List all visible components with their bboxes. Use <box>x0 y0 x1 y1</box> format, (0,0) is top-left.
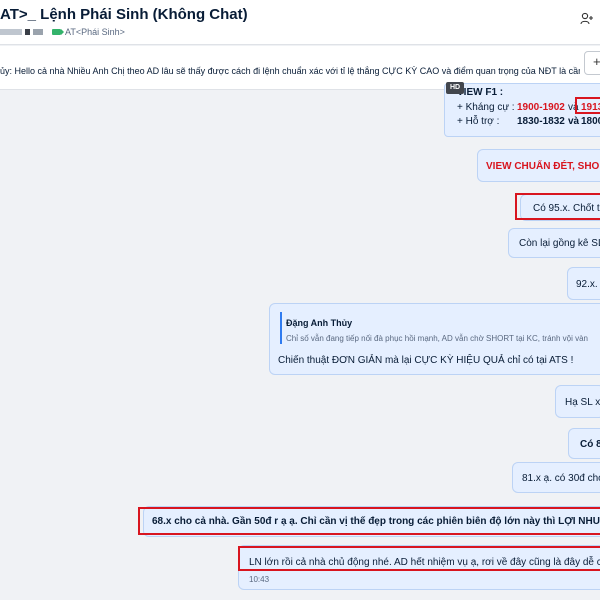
message-ha-sl[interactable]: Hạ SL xu <box>555 385 600 418</box>
hd-badge: HD <box>446 82 464 94</box>
tag-icon <box>52 29 64 35</box>
add-member-icon[interactable] <box>580 12 594 26</box>
support-value: 1830-1832 <box>517 116 565 127</box>
message-92[interactable]: 92.x. Z <box>567 267 600 300</box>
quote-bar <box>280 312 282 344</box>
quote-author: Đặng Anh Thủy <box>286 318 353 328</box>
support-label: + Hỗ trợ : <box>457 116 500 127</box>
pinned-message-text: ủy: Hello cả nhà Nhiều Anh Chị theo AD l… <box>0 66 580 76</box>
highlight-box <box>515 193 600 220</box>
highlight-box <box>138 507 600 535</box>
support-and: và <box>568 116 580 127</box>
member-avatar-placeholder <box>33 29 43 35</box>
highlight-box <box>238 546 600 571</box>
message-timestamp: 10:43 <box>249 575 270 584</box>
resistance-value: 1900-1902 <box>517 102 565 113</box>
resistance-label: + Kháng cự : <box>457 102 515 113</box>
quote-reply-text: Chiến thuật ĐƠN GIẢN mà lại CỰC KỲ HIỆU … <box>278 355 574 366</box>
chat-header: AT>_ Lệnh Phái Sinh (Không Chat) AT<Phái… <box>0 0 600 45</box>
message-co8[interactable]: Có 8 <box>568 428 600 459</box>
chat-title: AT>_ Lệnh Phái Sinh (Không Chat) <box>0 6 248 23</box>
message-gong-text: Còn lại gồng kê SL <box>519 238 600 249</box>
message-81-text: 81.x ạ. có 30đ cho <box>522 473 600 484</box>
message-ha-sl-text: Hạ SL xu <box>565 397 600 408</box>
message-view-short[interactable]: VIEW CHUẨN ĐÉT, SHORT <box>477 149 600 182</box>
message-gong[interactable]: Còn lại gồng kê SL <box>508 228 600 258</box>
message-92-text: 92.x. Z <box>576 279 600 290</box>
message-quote-reply[interactable]: Đặng Anh Thủy Chỉ số vẫn đang tiếp nối đ… <box>269 303 600 375</box>
support-value-2: 1800 <box>581 116 600 127</box>
member-avatar-placeholder <box>25 29 30 35</box>
member-avatar-placeholder <box>0 29 22 35</box>
group-tag-label[interactable]: AT<Phái Sinh> <box>65 27 125 37</box>
message-81[interactable]: 81.x ạ. có 30đ cho <box>512 462 600 493</box>
message-co8-text: Có 8 <box>580 439 600 450</box>
quote-text: Chỉ số vẫn đang tiếp nối đà phục hồi mạn… <box>286 334 589 343</box>
expand-pinned-button[interactable]: + <box>584 51 600 75</box>
chat-subtitle: AT<Phái Sinh> <box>0 26 125 38</box>
highlight-box <box>575 97 600 114</box>
view-short-text: VIEW CHUẨN ĐÉT, SHORT <box>486 161 600 172</box>
